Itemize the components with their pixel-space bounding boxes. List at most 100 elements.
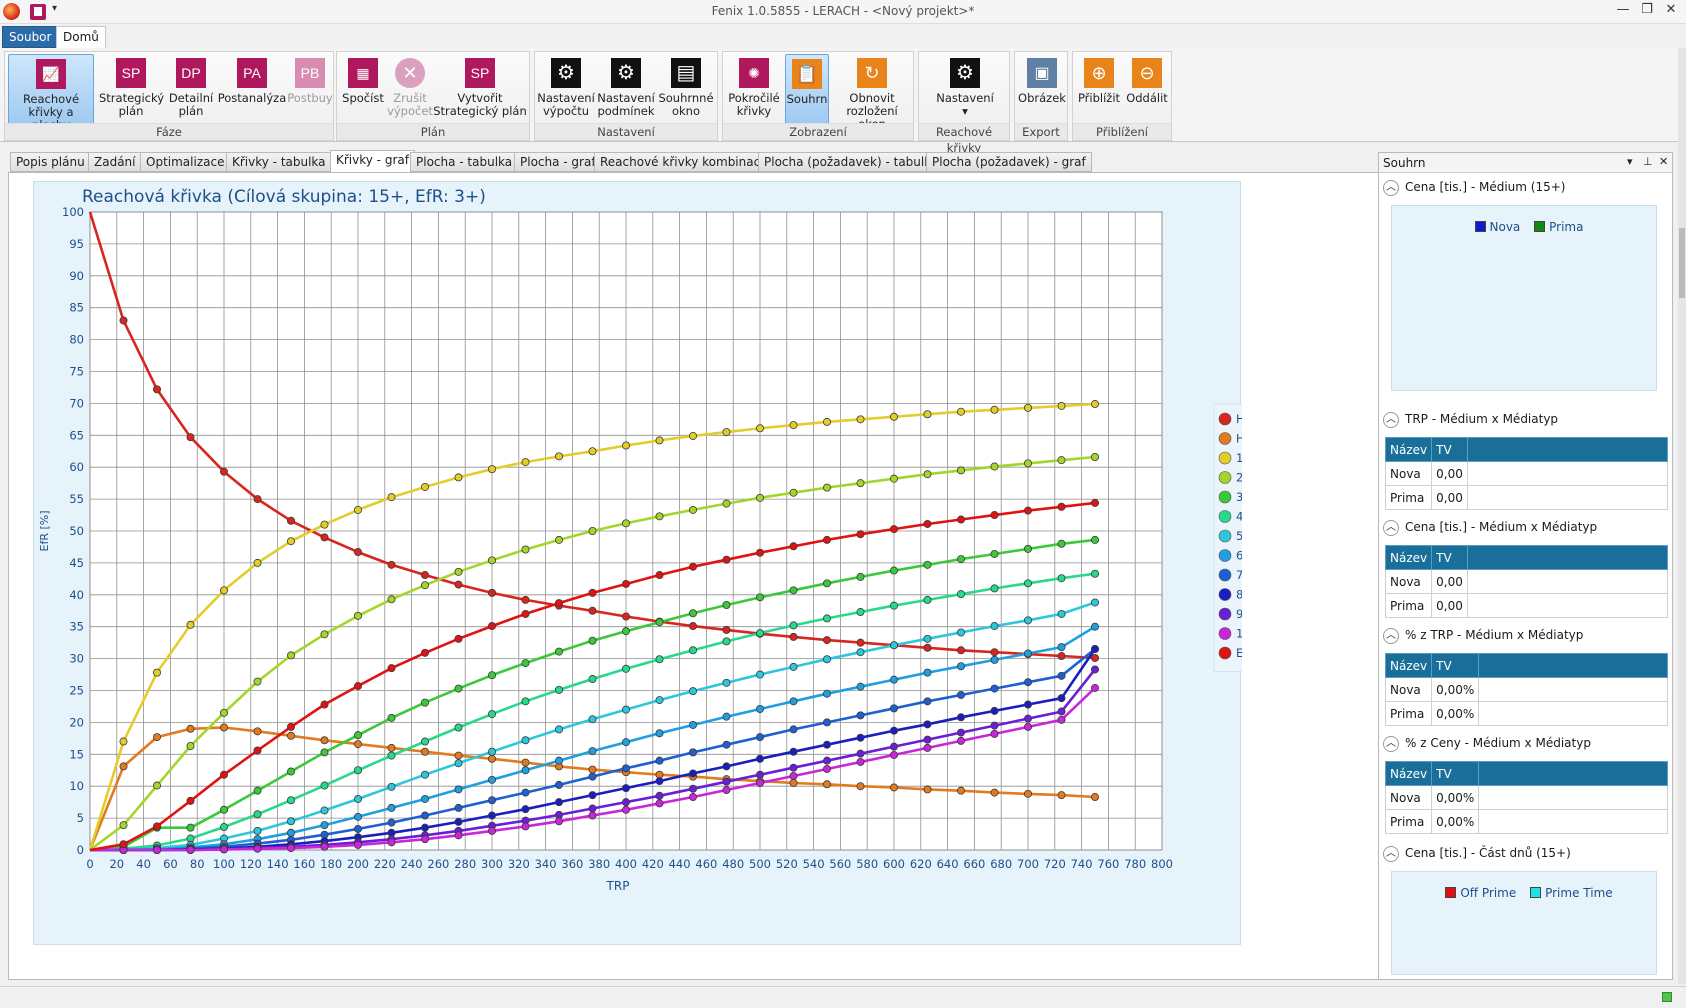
close-panel-icon[interactable]: ✕ xyxy=(1659,155,1668,168)
collapse-icon[interactable]: ︿ xyxy=(1383,735,1399,752)
data-point-3+ xyxy=(1091,535,1100,544)
tab-area-req-table[interactable]: Plocha (požadavek) - tabulka xyxy=(758,152,945,172)
tab-optimalizace[interactable]: Optimalizace xyxy=(140,152,231,172)
table-cell: 0,00 xyxy=(1431,485,1468,510)
data-point-3+ xyxy=(689,609,698,618)
data-point-H0 xyxy=(487,588,496,597)
column-header[interactable]: Název xyxy=(1384,761,1433,786)
column-header[interactable]: TV xyxy=(1431,545,1468,570)
column-header[interactable]: Název xyxy=(1384,653,1433,678)
y-tick-label: 40 xyxy=(69,588,84,602)
column-header xyxy=(1466,437,1669,462)
data-point-EfR xyxy=(789,542,798,551)
calculation-settings-button[interactable]: ⚙ Nastavení výpočtu xyxy=(537,54,595,124)
tab-zadani[interactable]: Zadání xyxy=(88,152,142,172)
column-header[interactable]: TV xyxy=(1431,761,1480,786)
chart-area: 0 20 40 60 80 100 120 140 160 180 200 220 240 260 280 3… xyxy=(33,181,1242,945)
data-point-4+ xyxy=(1057,574,1066,583)
x-axis-label: TRP xyxy=(606,879,630,893)
section-cena-medium-header[interactable]: ︿ Cena [tis.] - Médium (15+) xyxy=(1383,177,1565,197)
tab-curves-chart[interactable]: Křivky - graf xyxy=(330,150,415,172)
restore-icon[interactable]: ❐ xyxy=(1636,2,1658,20)
tab-area-chart[interactable]: Plocha - graf xyxy=(514,152,602,172)
table-row[interactable]: Prima 0,00% xyxy=(1384,701,1668,726)
section-pct-trp-header[interactable]: ︿ % z TRP - Médium x Médiatyp xyxy=(1383,625,1583,645)
tab-reach-combinations[interactable]: Reachové křivky kombinací xyxy=(594,152,770,172)
data-point-2+ xyxy=(119,821,128,830)
column-header xyxy=(1478,653,1668,678)
create-strategic-plan-button[interactable]: SP Vytvořit Strategický plán xyxy=(433,54,527,124)
scrollbar-thumb[interactable] xyxy=(1679,228,1685,298)
table-row[interactable]: Nova 0,00% xyxy=(1384,785,1668,810)
legend-label: 10+ xyxy=(1236,627,1242,641)
close-icon[interactable]: ✕ xyxy=(1660,2,1682,20)
x-tick-label: 800 xyxy=(1151,857,1173,871)
calculate-button[interactable]: ▦ Spočíst xyxy=(341,54,385,124)
collapse-icon[interactable]: ︿ xyxy=(1383,845,1399,862)
collapse-icon[interactable]: ︿ xyxy=(1383,411,1399,428)
detail-plan-button[interactable]: DP Detailní plán xyxy=(163,54,219,124)
data-point-6+ xyxy=(387,803,396,812)
data-point-10+ xyxy=(353,840,362,849)
restore-layout-button[interactable]: ↻ Obnovit rozložení oken xyxy=(831,54,913,131)
zoom-out-button[interactable]: ⊖ Oddálit xyxy=(1123,54,1171,124)
data-point-2+ xyxy=(856,479,865,488)
panel-dropdown-icon[interactable]: ▾ xyxy=(1627,155,1633,168)
tab-curves-table[interactable]: Křivky - tabulka xyxy=(226,152,332,172)
table-row[interactable]: Nova 0,00 xyxy=(1384,461,1669,486)
data-point-EfR xyxy=(890,525,899,534)
section-title: Cena [tis.] - Médium x Médiatyp xyxy=(1405,520,1598,534)
column-header[interactable]: TV xyxy=(1431,653,1480,678)
legend-label: 7+ xyxy=(1236,568,1242,582)
table-row[interactable]: Prima 0,00% xyxy=(1384,809,1668,834)
conditions-settings-button[interactable]: ⚙ Nastavení podmínek xyxy=(597,54,655,124)
table-cell: 0,00% xyxy=(1431,701,1480,726)
pin-icon[interactable]: ⊥ xyxy=(1643,155,1653,168)
menu-tab-home[interactable]: Domů xyxy=(56,26,106,48)
data-point-7+ xyxy=(1024,678,1033,687)
summary-window-button[interactable]: ▤ Souhrnné okno xyxy=(657,54,715,124)
column-header[interactable]: Název xyxy=(1384,545,1433,570)
strategic-plan-button[interactable]: SP Strategický plán xyxy=(99,54,164,124)
table-row[interactable]: Prima 0,00 xyxy=(1384,485,1669,510)
legend-marker xyxy=(1218,432,1232,445)
window-scrollbar[interactable] xyxy=(1678,48,1686,984)
table-row[interactable]: Prima 0,00 xyxy=(1384,593,1669,618)
section-trp-header[interactable]: ︿ TRP - Médium x Médiatyp xyxy=(1383,409,1558,429)
data-point-H0 xyxy=(588,606,597,615)
data-point-1+ xyxy=(219,586,228,595)
menu-tab-file[interactable]: Soubor xyxy=(2,26,59,48)
collapse-icon[interactable]: ︿ xyxy=(1383,179,1399,196)
data-point-2+ xyxy=(487,556,496,565)
section-cena-mediatyp-header[interactable]: ︿ Cena [tis.] - Médium x Médiatyp xyxy=(1383,517,1597,537)
tab-plan-description[interactable]: Popis plánu xyxy=(10,152,91,172)
collapse-icon[interactable]: ︿ xyxy=(1383,519,1399,536)
chart-icon: 📈 xyxy=(36,59,66,89)
reach-settings-button[interactable]: ⚙ Nastavení ▾ xyxy=(925,54,1005,124)
collapse-icon[interactable]: ︿ xyxy=(1383,627,1399,644)
column-header[interactable]: Název xyxy=(1384,437,1433,462)
data-point-6+ xyxy=(622,738,631,747)
table-row[interactable]: Nova 0,00% xyxy=(1384,677,1668,702)
table-cell xyxy=(1478,677,1668,702)
x-tick-label: 300 xyxy=(481,857,503,871)
tab-area-table[interactable]: Plocha - tabulka xyxy=(410,152,519,172)
data-point-H0 xyxy=(990,648,999,657)
image-export-button[interactable]: ▣ Obrázek xyxy=(1017,54,1067,124)
tab-area-req-chart[interactable]: Plocha (požadavek) - graf xyxy=(926,152,1092,172)
postbuy-button[interactable]: PB Postbuy xyxy=(287,54,333,124)
zoom-in-button[interactable]: ⊕ Přiblížit xyxy=(1075,54,1123,124)
cancel-calculation-button[interactable]: ✕ Zrušit výpočet xyxy=(387,54,433,124)
postanalysis-button[interactable]: PA Postanalýza xyxy=(217,54,287,124)
minimize-icon[interactable]: — xyxy=(1612,2,1634,20)
column-header[interactable]: TV xyxy=(1431,437,1468,462)
advanced-curves-button[interactable]: ✺ Pokročilé křivky xyxy=(725,54,783,124)
table-row[interactable]: Nova 0,00 xyxy=(1384,569,1669,594)
pct-ceny-table: Název TV Nova 0,00% Prima 0,00% xyxy=(1384,761,1668,834)
section-pct-ceny-header[interactable]: ︿ % z Ceny - Médium x Médiatyp xyxy=(1383,733,1591,753)
summary-button[interactable]: 📋 Souhrn xyxy=(785,54,829,124)
data-point-8+ xyxy=(689,769,698,778)
reach-curves-button[interactable]: 📈 Reachové křivky a plochy xyxy=(8,54,94,132)
data-point-2+ xyxy=(823,483,832,492)
section-cena-dnu-header[interactable]: ︿ Cena [tis.] - Část dnů (15+) xyxy=(1383,843,1571,863)
